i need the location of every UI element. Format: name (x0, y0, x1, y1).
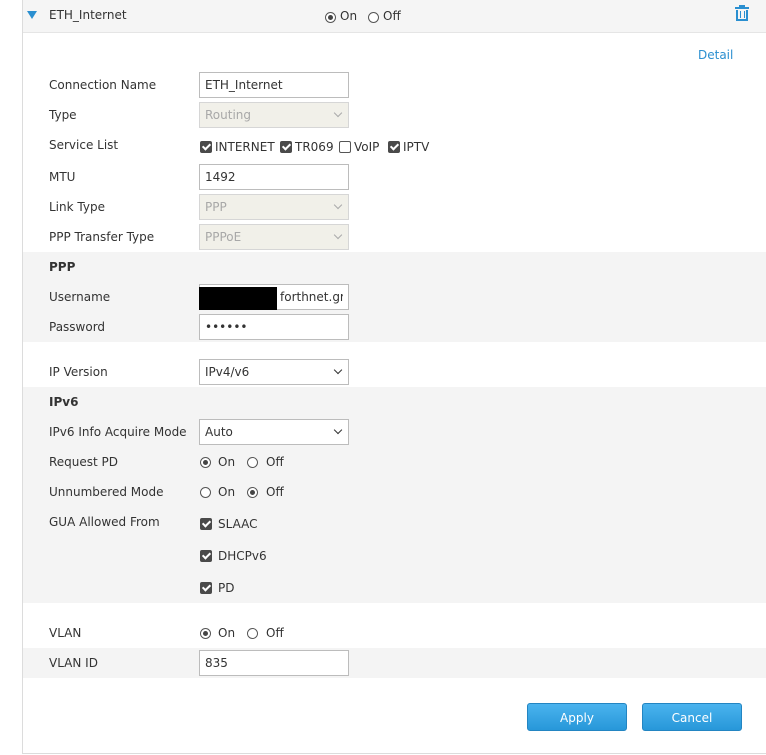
vlan-on-label: On (218, 626, 236, 640)
service-tr069-checkbox[interactable] (280, 139, 292, 153)
ppp-section-title: PPP (49, 260, 76, 274)
apply-button[interactable]: Apply (527, 703, 627, 731)
gua-pd-checkbox[interactable] (200, 580, 212, 594)
chevron-down-icon (333, 425, 343, 435)
checkbox-unchecked-icon (339, 140, 351, 153)
username-label: Username (49, 290, 111, 304)
type-value: Routing (205, 108, 252, 122)
mtu-input[interactable] (199, 164, 349, 190)
vlan-id-input[interactable] (199, 650, 349, 676)
type-select: Routing (199, 102, 349, 128)
connection-header[interactable]: ETH_Internet On Off (23, 0, 766, 33)
ppp-section (23, 252, 766, 342)
vlan-off-label: Off (266, 626, 284, 640)
radio-selected-icon (200, 628, 211, 639)
gua-slaac-label: SLAAC (218, 517, 258, 531)
radio-unselected-icon (368, 12, 379, 23)
service-list-label: Service List (49, 138, 119, 152)
connection-name-label: Connection Name (49, 78, 157, 92)
vlan-label: VLAN (49, 626, 82, 640)
checkbox-checked-icon (200, 549, 212, 562)
acquire-mode-select[interactable]: Auto (199, 419, 349, 445)
enable-off-radio[interactable] (368, 10, 379, 24)
checkbox-checked-icon (388, 140, 400, 153)
service-tr069-label: TR069 (295, 140, 334, 154)
trash-icon[interactable] (735, 5, 749, 22)
request-pd-off-label: Off (266, 455, 284, 469)
request-pd-off-radio[interactable] (247, 455, 258, 469)
ip-version-select[interactable]: IPv4/v6 (199, 359, 349, 385)
unnumbered-mode-label: Unnumbered Mode (49, 485, 164, 499)
gua-dhcpv6-checkbox[interactable] (200, 548, 212, 562)
service-iptv-checkbox[interactable] (388, 139, 400, 153)
unnumbered-off-label: Off (266, 485, 284, 499)
link-type-select: PPP (199, 194, 349, 220)
checkbox-checked-icon (280, 140, 292, 153)
gua-slaac-checkbox[interactable] (200, 516, 212, 530)
link-type-label: Link Type (49, 200, 105, 214)
enable-off-label: Off (383, 9, 401, 23)
password-input[interactable] (199, 314, 349, 340)
service-voip-checkbox[interactable] (339, 139, 351, 153)
checkbox-checked-icon (200, 517, 212, 530)
chevron-down-icon (333, 230, 343, 240)
vlan-off-radio[interactable] (247, 626, 258, 640)
connection-name-input[interactable] (199, 72, 349, 98)
redacted-block (199, 287, 277, 310)
radio-unselected-icon (247, 457, 258, 468)
collapse-triangle-icon[interactable] (27, 11, 37, 19)
connection-title: ETH_Internet (49, 8, 127, 22)
detail-link[interactable]: Detail (698, 48, 733, 62)
vlan-id-label: VLAN ID (49, 656, 98, 670)
service-internet-label: INTERNET (215, 140, 275, 154)
enable-on-label: On (340, 9, 358, 23)
checkbox-checked-icon (200, 140, 212, 153)
mtu-label: MTU (49, 170, 76, 184)
link-type-value: PPP (205, 200, 227, 214)
ip-version-label: IP Version (49, 365, 108, 379)
acquire-mode-label: IPv6 Info Acquire Mode (49, 425, 187, 439)
service-voip-label: VoIP (354, 140, 380, 154)
gua-pd-label: PD (218, 581, 235, 595)
vlan-id-row (23, 648, 766, 678)
enable-on-radio[interactable] (325, 10, 336, 24)
acquire-mode-value: Auto (205, 425, 233, 439)
unnumbered-on-label: On (218, 485, 236, 499)
unnumbered-on-radio[interactable] (200, 485, 211, 499)
radio-selected-icon (200, 457, 211, 468)
ppp-transfer-type-value: PPPoE (205, 230, 242, 244)
chevron-down-icon (333, 365, 343, 375)
vlan-on-radio[interactable] (200, 626, 211, 640)
radio-selected-icon (247, 487, 258, 498)
radio-unselected-icon (247, 628, 258, 639)
request-pd-on-radio[interactable] (200, 455, 211, 469)
request-pd-label: Request PD (49, 455, 119, 469)
chevron-down-icon (333, 200, 343, 210)
service-internet-checkbox[interactable] (200, 139, 212, 153)
password-label: Password (49, 320, 106, 334)
unnumbered-off-radio[interactable] (247, 485, 258, 499)
service-iptv-label: IPTV (403, 140, 430, 154)
checkbox-checked-icon (200, 581, 212, 594)
radio-selected-icon (325, 12, 336, 23)
chevron-down-icon (333, 108, 343, 118)
type-label: Type (49, 108, 77, 122)
ppp-transfer-type-label: PPP Transfer Type (49, 230, 155, 244)
gua-dhcpv6-label: DHCPv6 (218, 549, 267, 563)
gua-allowed-from-label: GUA Allowed From (49, 515, 160, 529)
ip-version-value: IPv4/v6 (205, 365, 250, 379)
radio-unselected-icon (200, 487, 211, 498)
ipv6-section-title: IPv6 (49, 395, 79, 409)
ppp-transfer-type-select: PPPoE (199, 224, 349, 250)
cancel-button[interactable]: Cancel (642, 703, 742, 731)
wan-connection-panel: ETH_Internet On Off Detail Connection Na… (22, 0, 766, 754)
request-pd-on-label: On (218, 455, 236, 469)
